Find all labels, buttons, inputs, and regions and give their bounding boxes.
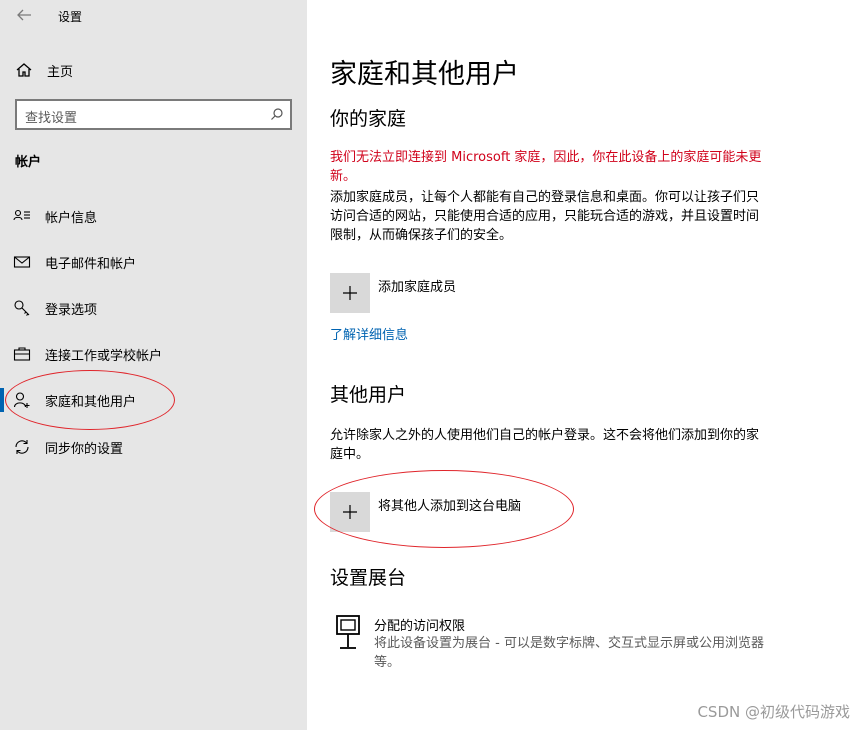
other-users-description: 允许除家人之外的人使用他们自己的帐户登录。这不会将他们添加到你的家庭中。 <box>330 428 760 462</box>
assigned-access-description: 将此设备设置为展台 - 可以是数字标牌、交互式显示屏或公用浏览器等。 <box>374 636 764 670</box>
sidebar: 设置 主页 查找设置 帐户 帐户信息 电子邮件和帐户 登录选项 连接工作或学校帐… <box>0 0 307 730</box>
section-title: 帐户 <box>15 155 42 170</box>
sidebar-item-sync[interactable]: 同步你的设置 <box>0 427 307 467</box>
add-other-user-label[interactable]: 将其他人添加到这台电脑 <box>378 495 521 514</box>
sidebar-item-label: 登录选项 <box>45 303 98 318</box>
account-info-icon <box>13 209 30 221</box>
sidebar-item-email[interactable]: 电子邮件和帐户 <box>0 242 307 282</box>
person-add-icon <box>13 392 30 408</box>
kiosk-icon[interactable] <box>334 614 362 650</box>
learn-more-link[interactable]: 了解详细信息 <box>330 324 408 343</box>
page-title: 家庭和其他用户 <box>330 59 519 90</box>
other-users-heading: 其他用户 <box>330 384 407 406</box>
briefcase-icon <box>13 347 31 361</box>
home-label: 主页 <box>47 64 74 80</box>
add-other-user-button[interactable] <box>330 492 370 532</box>
sidebar-item-label: 帐户信息 <box>45 211 98 226</box>
key-icon <box>14 300 30 316</box>
kiosk-heading: 设置展台 <box>330 567 407 589</box>
plus-icon <box>343 286 357 300</box>
mail-icon <box>13 256 31 268</box>
search-box[interactable]: 查找设置 <box>15 99 292 130</box>
app-title: 设置 <box>58 10 83 24</box>
family-description: 添加家庭成员，让每个人都能有自己的登录信息和桌面。你可以让孩子们只访问合适的网站… <box>330 190 760 243</box>
sidebar-item-label: 电子邮件和帐户 <box>45 257 137 272</box>
sidebar-item-label: 家庭和其他用户 <box>45 395 137 410</box>
sidebar-item-label: 连接工作或学校帐户 <box>45 349 163 364</box>
sidebar-item-work-school[interactable]: 连接工作或学校帐户 <box>0 334 307 374</box>
search-input[interactable]: 查找设置 <box>25 107 77 126</box>
search-icon[interactable] <box>270 107 284 121</box>
back-arrow-icon[interactable] <box>15 6 33 24</box>
add-family-member-button[interactable] <box>330 273 370 313</box>
main-content: 家庭和其他用户 你的家庭 我们无法立即连接到 Microsoft 家庭，因此，你… <box>330 0 850 730</box>
home-nav-item[interactable]: 主页 <box>15 58 73 82</box>
family-warning: 我们无法立即连接到 Microsoft 家庭，因此，你在此设备上的家庭可能未更新… <box>330 150 762 184</box>
sidebar-item-label: 同步你的设置 <box>45 442 124 457</box>
sidebar-item-account-info[interactable]: 帐户信息 <box>0 196 307 236</box>
watermark: CSDN @初级代码游戏 <box>697 703 850 721</box>
assigned-access-title[interactable]: 分配的访问权限 <box>374 615 465 634</box>
sidebar-item-sign-in-options[interactable]: 登录选项 <box>0 288 307 328</box>
family-heading: 你的家庭 <box>330 108 407 130</box>
active-indicator <box>0 388 4 412</box>
plus-icon <box>343 505 357 519</box>
sync-icon <box>15 440 29 454</box>
sidebar-item-family-other-users[interactable]: 家庭和其他用户 <box>0 380 307 420</box>
add-family-member-label[interactable]: 添加家庭成员 <box>378 276 456 295</box>
home-icon <box>16 63 32 77</box>
title-bar: 设置 <box>0 0 307 34</box>
